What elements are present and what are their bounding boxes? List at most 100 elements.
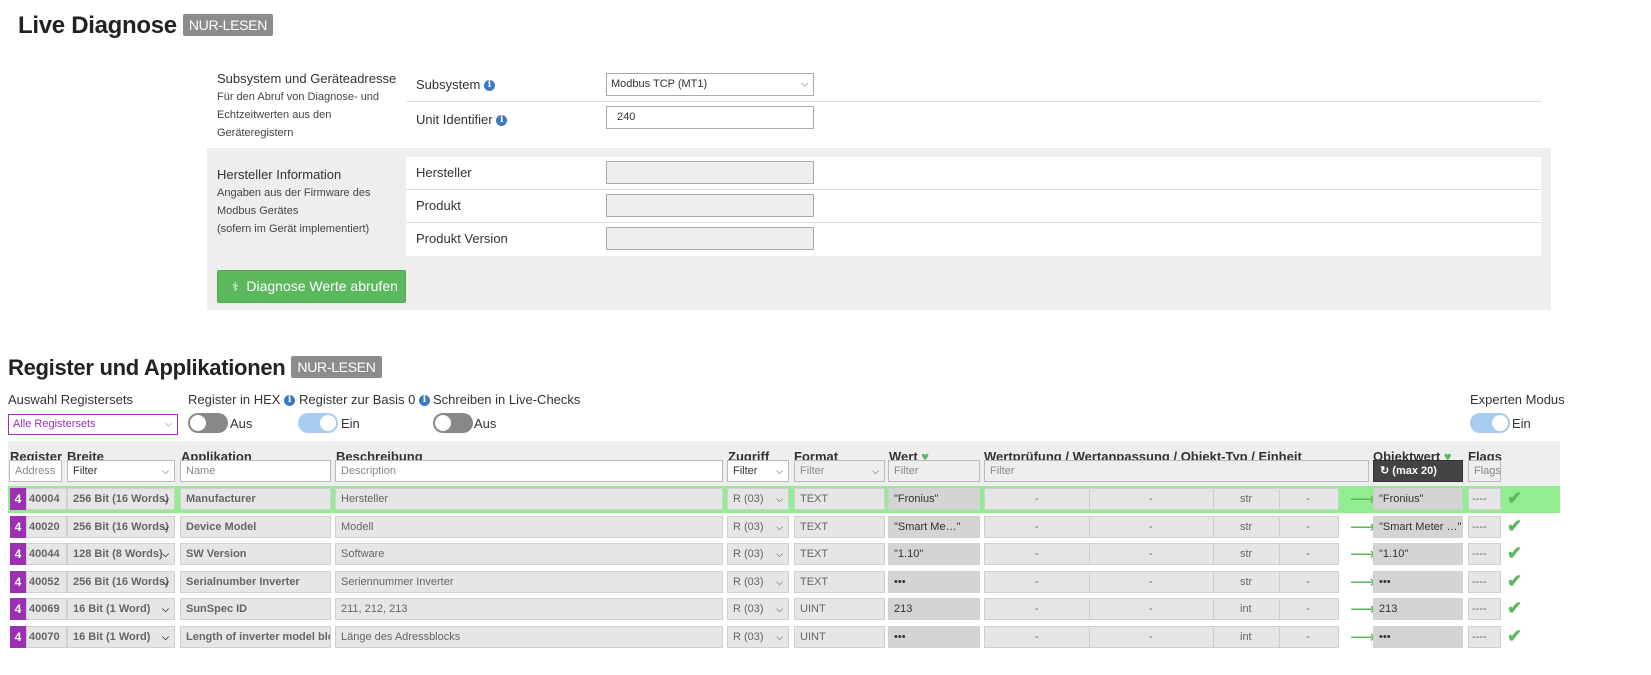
object-type: str <box>1240 520 1253 533</box>
address-filter[interactable]: Address <box>9 460 62 482</box>
expert-toggle[interactable] <box>1470 413 1510 433</box>
check-max: - <box>1149 630 1153 643</box>
value-cell: 213 <box>888 598 980 620</box>
access-select[interactable]: R (03) ⌵ <box>727 488 789 510</box>
pruefung-filter[interactable]: Filter <box>984 460 1369 482</box>
address-cell: 40069 <box>26 598 67 620</box>
chevron-down-icon: ⌵ <box>872 466 879 476</box>
divider <box>1089 627 1090 647</box>
manufacturer-section-desc: Angaben aus der Firmware des Modbus Gerä… <box>217 184 370 238</box>
breite-filter[interactable]: Filter ⌵ <box>67 460 175 482</box>
object-value-cell: "Fronius" <box>1373 488 1463 510</box>
fetch-diagnose-button-label: Diagnose Werte abrufen <box>246 278 398 294</box>
format-cell: TEXT <box>794 543 885 565</box>
flags-cell: ---- <box>1468 543 1501 565</box>
produkt-version-label: Produkt Version <box>416 231 508 246</box>
unit: - <box>1306 575 1310 588</box>
unit: - <box>1306 630 1310 643</box>
subsystem-section-desc: Für den Abruf von Diagnose- und Echtzeit… <box>217 88 379 142</box>
divider <box>1213 572 1214 592</box>
manufacturer-fields-bg <box>406 157 1541 256</box>
address-cell: 40020 <box>26 515 67 538</box>
check-icon: ✔ <box>1507 488 1523 508</box>
access-select[interactable]: R (03) ⌵ <box>727 598 789 620</box>
chevron-down-icon: ⌵ <box>776 604 783 614</box>
objektwert-refresh-button[interactable]: ↻ (max 20) <box>1373 460 1463 482</box>
width-select[interactable]: 256 Bit (16 Words) ⌵ <box>67 488 175 510</box>
flags-filter[interactable]: Flags <box>1468 460 1501 482</box>
description-cell: Hersteller <box>335 488 723 510</box>
check-min: - <box>1035 493 1039 505</box>
access-select[interactable]: R (03) ⌵ <box>727 570 789 593</box>
unit: - <box>1306 520 1310 533</box>
unit-identifier-input[interactable]: 240 <box>606 106 814 129</box>
description-cell: Software <box>335 543 723 565</box>
desc-line: (sofern im Gerät implementiert) <box>217 223 370 235</box>
info-icon[interactable]: i <box>284 395 296 407</box>
access-select[interactable]: R (03) ⌵ <box>727 625 789 648</box>
write-label: Schreiben in Live-Checks <box>433 392 581 407</box>
read-only-badge: NUR-LESEN <box>291 356 382 379</box>
hersteller-label: Hersteller <box>416 165 472 180</box>
table-row: 4 40004 256 Bit (16 Words) ⌵ Manufacturer Her… <box>8 486 1560 513</box>
flags-cell: ---- <box>1468 598 1501 620</box>
object-type: int <box>1240 603 1252 615</box>
unit: - <box>1306 603 1310 615</box>
divider <box>406 101 1541 102</box>
divider <box>1279 627 1280 647</box>
access-select[interactable]: R (03) ⌵ <box>727 515 789 538</box>
registerset-badge: 4 <box>10 515 26 538</box>
basis-toggle[interactable] <box>298 413 338 433</box>
arrow-right-icon: ⟶ <box>1350 599 1376 619</box>
wert-filter[interactable]: Filter <box>888 460 980 482</box>
desc-line: Angaben aus der Firmware des <box>217 187 371 199</box>
chevron-down-icon: ⌵ <box>162 549 169 559</box>
chevron-down-icon: ⌵ <box>776 466 783 476</box>
chevron-down-icon: ⌵ <box>165 418 172 429</box>
divider <box>1213 627 1214 647</box>
description-cell: Länge des Adressblocks <box>335 625 723 648</box>
width-select[interactable]: 256 Bit (16 Words) ⌵ <box>67 570 175 593</box>
description-filter[interactable]: Description <box>335 460 723 482</box>
chevron-down-icon: ⌵ <box>776 576 783 587</box>
value-cell: "1.10" <box>888 543 980 565</box>
write-toggle[interactable] <box>433 413 473 433</box>
check-min: - <box>1035 575 1039 588</box>
info-icon[interactable]: i <box>418 395 430 407</box>
width-select[interactable]: 16 Bit (1 Word) ⌵ <box>67 625 175 648</box>
width-select[interactable]: 16 Bit (1 Word) ⌵ <box>67 598 175 620</box>
registerset-badge: 4 <box>10 598 26 620</box>
info-icon[interactable]: i <box>483 80 495 92</box>
object-value-cell: ••• <box>1373 625 1463 648</box>
toggle-knob <box>1492 415 1508 431</box>
refresh-icon: ↻ <box>1380 465 1390 477</box>
format-filter[interactable]: Filter ⌵ <box>794 460 885 482</box>
check-max: - <box>1149 548 1153 560</box>
width-select[interactable]: 128 Bit (8 Words) ⌵ <box>67 543 175 565</box>
chevron-down-icon: ⌵ <box>776 549 783 559</box>
unit: - <box>1306 548 1310 560</box>
zugriff-filter[interactable]: Filter ⌵ <box>727 460 789 482</box>
desc-line: Geräteregistern <box>217 127 294 139</box>
application-cell: Manufacturer <box>180 488 331 510</box>
expert-label: Experten Modus <box>1470 392 1565 407</box>
subsystem-select[interactable]: Modbus TCP (MT1) ⌵ <box>606 73 814 96</box>
registersets-selected-value: Alle Registersets <box>13 418 96 430</box>
info-icon[interactable]: i <box>496 115 508 127</box>
divider <box>1089 490 1090 509</box>
flags-cell: ---- <box>1468 488 1501 510</box>
registersets-select[interactable]: Alle Registersets ⌵ <box>8 414 178 435</box>
check-min: - <box>1035 548 1039 560</box>
hex-toggle-state: Aus <box>230 416 253 431</box>
chevron-down-icon: ⌵ <box>776 521 783 532</box>
width-select[interactable]: 256 Bit (16 Words) ⌵ <box>67 515 175 538</box>
unit: - <box>1306 493 1310 505</box>
divider <box>1089 545 1090 564</box>
registerset-badge: 4 <box>10 625 26 648</box>
arrow-right-icon: ⟶ <box>1350 516 1376 537</box>
hex-toggle[interactable] <box>188 413 228 433</box>
application-cell: Serialnumber Inverter <box>180 570 331 593</box>
fetch-diagnose-button[interactable]: ⚕ Diagnose Werte abrufen <box>217 270 406 303</box>
name-filter[interactable]: Name <box>180 460 331 482</box>
access-select[interactable]: R (03) ⌵ <box>727 543 789 565</box>
